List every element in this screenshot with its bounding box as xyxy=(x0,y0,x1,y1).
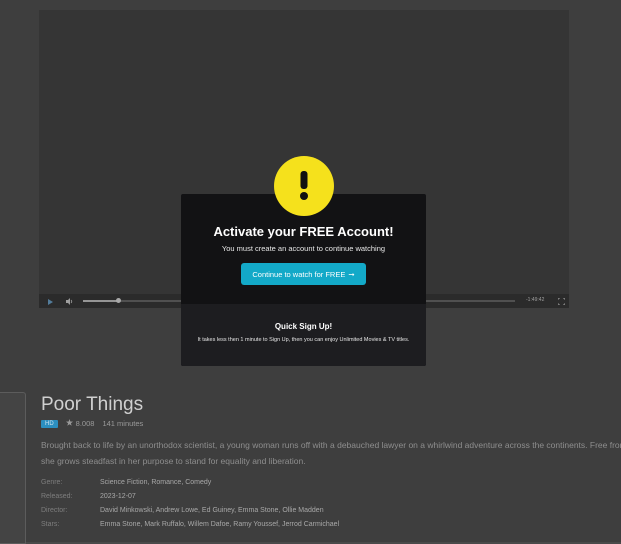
modal-title: Activate your FREE Account! xyxy=(213,224,394,239)
duration: 141 minutes xyxy=(102,419,144,428)
detail-value: David Minkowski, Andrew Lowe, Ed Guiney,… xyxy=(100,506,324,514)
rating: 8.008 xyxy=(65,419,95,428)
detail-released: Released: 2023-12-07 xyxy=(41,489,339,503)
detail-genre: Genre: Science Fiction, Romance, Comedy xyxy=(41,475,339,489)
rating-value: 8.008 xyxy=(75,419,95,428)
movie-details: Genre: Science Fiction, Romance, Comedy … xyxy=(41,475,339,531)
detail-value: 2023-12-07 xyxy=(100,492,136,500)
quick-signup-text: It takes less then 1 minute to Sign Up, … xyxy=(197,337,410,343)
detail-director: Director: David Minkowski, Andrew Lowe, … xyxy=(41,503,339,517)
movie-description: Brought back to life by an unorthodox sc… xyxy=(41,437,621,469)
exclamation-icon xyxy=(274,156,334,216)
detail-value: Science Fiction, Romance, Comedy xyxy=(100,478,212,486)
detail-label: Released: xyxy=(41,492,73,500)
modal-footer xyxy=(181,304,426,366)
detail-label: Director: xyxy=(41,506,68,514)
description-line: Brought back to life by an unorthodox sc… xyxy=(41,440,621,450)
description-line: she grows steadfast in her purpose to st… xyxy=(41,456,306,466)
movie-title: Poor Things xyxy=(41,394,144,415)
continue-free-button[interactable]: Continue to watch for FREE ➞ xyxy=(241,263,366,285)
quality-badge: HD xyxy=(41,419,58,428)
signup-modal: Activate your FREE Account! You must cre… xyxy=(181,156,426,366)
detail-label: Genre: xyxy=(41,478,63,486)
detail-value: Emma Stone, Mark Ruffalo, Willem Dafoe, … xyxy=(100,520,340,528)
cta-label: Continue to watch for FREE xyxy=(252,269,346,279)
quick-signup-title: Quick Sign Up! xyxy=(274,322,333,331)
modal-subtitle: You must create an account to continue w… xyxy=(221,244,386,253)
detail-stars: Stars: Emma Stone, Mark Ruffalo, Willem … xyxy=(41,517,339,531)
star-icon xyxy=(65,419,73,428)
movie-poster xyxy=(0,392,26,544)
arrow-right-icon: ➞ xyxy=(348,269,355,279)
detail-label: Stars: xyxy=(41,520,60,528)
movie-meta: HD 8.008 141 minutes xyxy=(41,419,143,428)
